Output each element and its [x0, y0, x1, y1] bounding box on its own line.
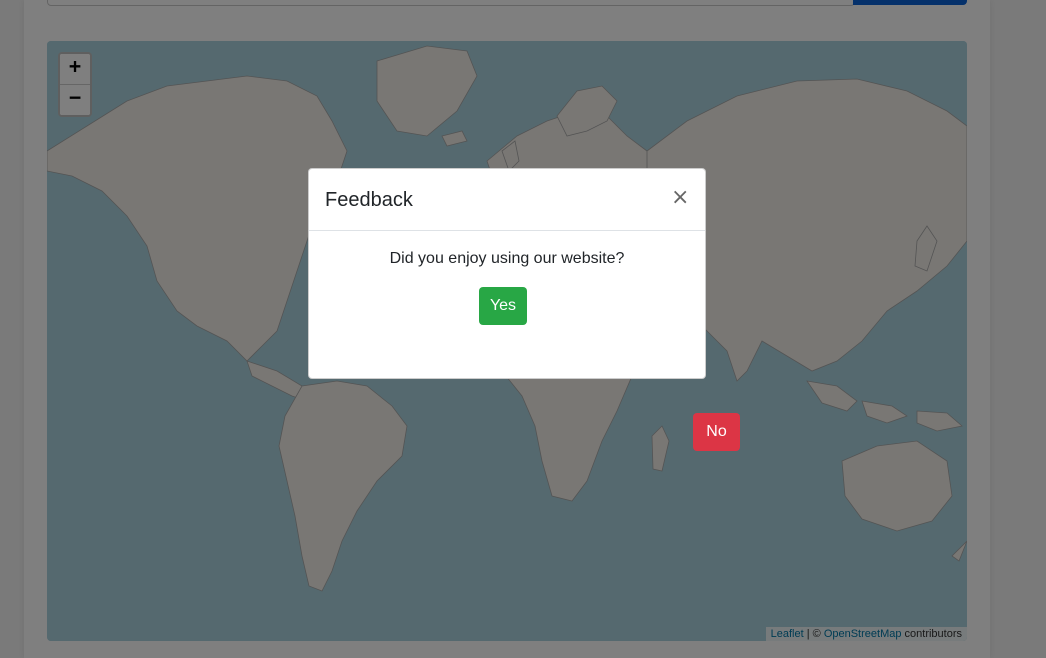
page: + − Leaflet | © OpenStreetMap contributo… — [0, 0, 1046, 658]
feedback-modal: Feedback × Did you enjoy using our websi… — [308, 168, 706, 379]
yes-button[interactable]: Yes — [479, 287, 527, 325]
no-button[interactable]: No — [693, 413, 740, 451]
modal-header: Feedback × — [309, 169, 705, 231]
close-icon[interactable]: × — [671, 187, 689, 209]
modal-title: Feedback — [325, 189, 413, 211]
modal-question: Did you enjoy using our website? — [389, 250, 625, 267]
